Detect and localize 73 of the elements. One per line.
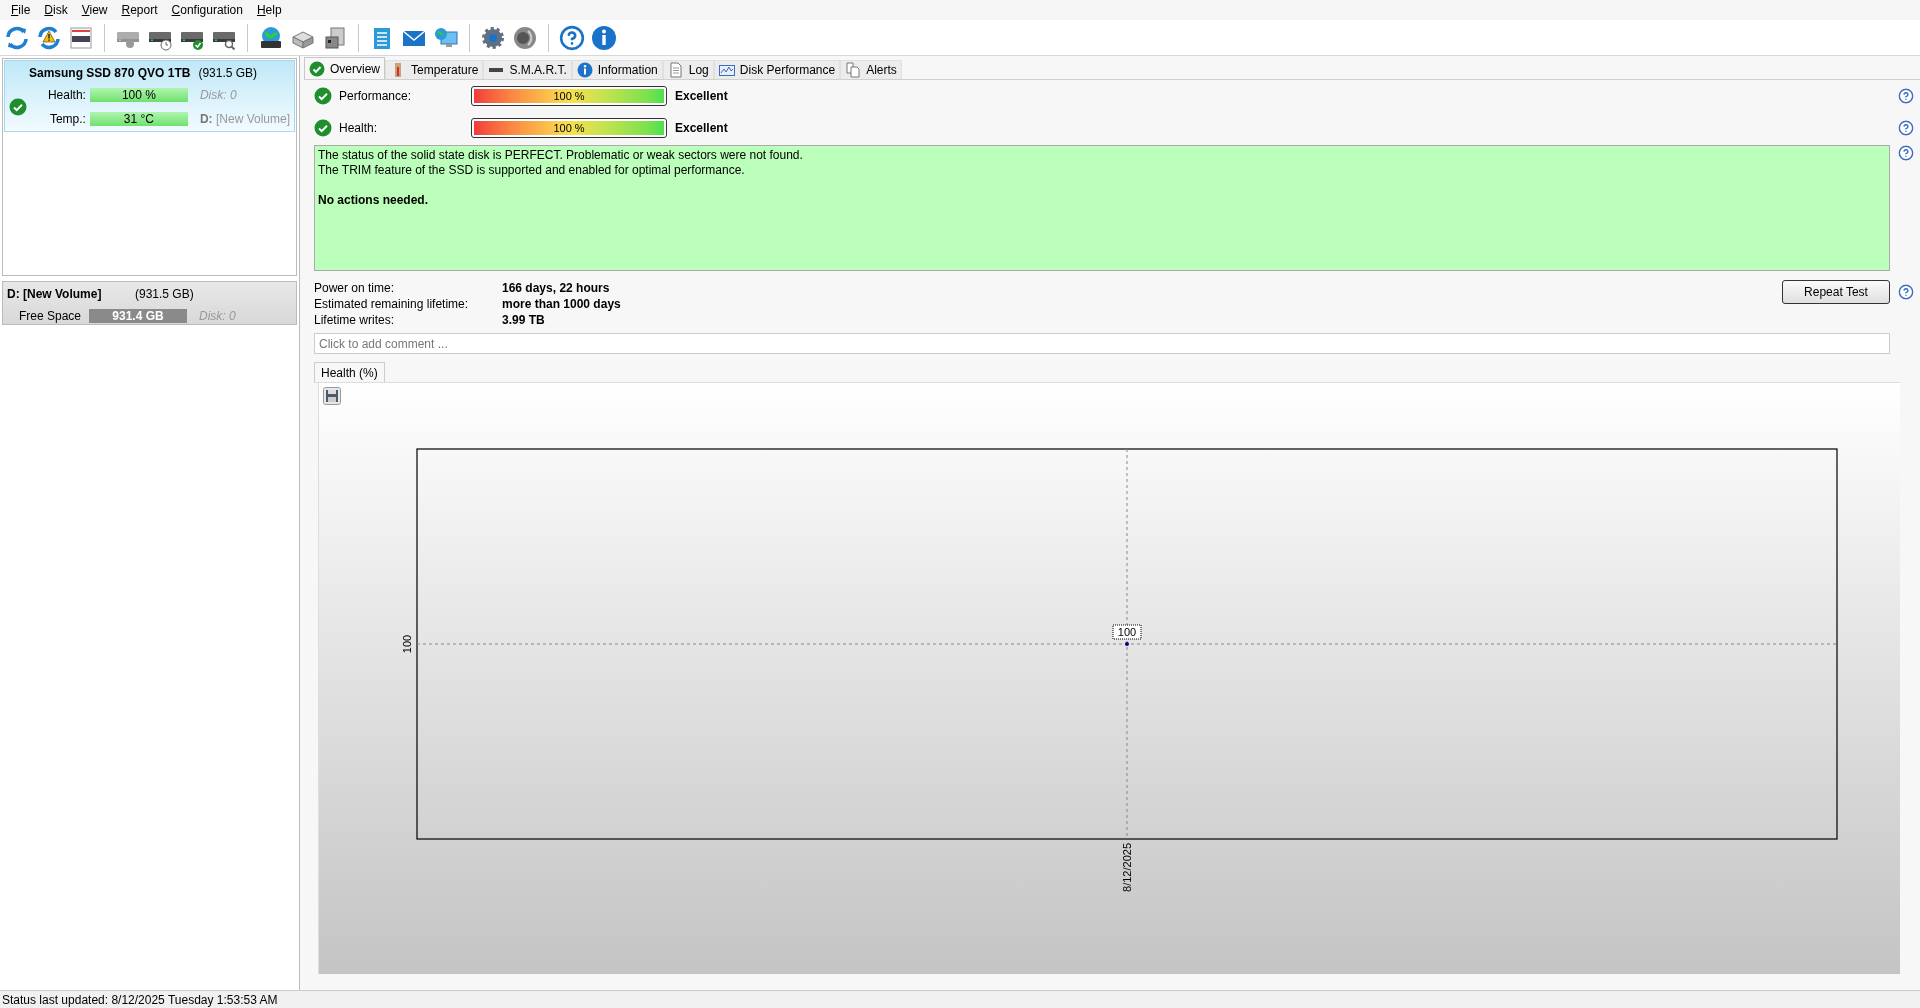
menu-item[interactable]: Help [249, 0, 289, 20]
disk-id: Disk: 0 [198, 308, 236, 325]
fact-label: Lifetime writes: [314, 312, 396, 328]
chart-icon [718, 62, 735, 78]
fact-value: 166 days, 22 hours [502, 280, 610, 296]
temperature-label: Temp.: [48, 111, 86, 128]
tab[interactable]: Log [662, 60, 714, 79]
message-conclusion: No actions needed. [318, 193, 430, 208]
tab[interactable]: Disk Performance [713, 60, 841, 79]
menu-item[interactable]: Disk [37, 0, 75, 20]
x-tick-label: 8/12/2025 [1121, 843, 1133, 892]
temperature-bar: 31 °C [89, 112, 188, 126]
fact-label: Estimated remaining lifetime: [314, 296, 470, 312]
message-line: The status of the solid state disk is PERFECT. Problematic or weak sectors were not found. [318, 148, 804, 163]
volume-name: D: [New Volume] [7, 286, 103, 303]
menu-item[interactable]: File [4, 0, 38, 20]
volume-size: (931.5 GB) [135, 286, 194, 303]
document-icon [667, 62, 684, 78]
tab[interactable]: Information [571, 60, 663, 79]
volume-label: D: [New Volume] [198, 111, 290, 128]
chart-tab[interactable]: Health (%) [314, 362, 385, 382]
globe-drive-icon[interactable] [258, 24, 284, 51]
help-icon[interactable] [1898, 88, 1914, 104]
y-tick-label: 100 [401, 634, 413, 654]
external-drive-icon[interactable] [322, 24, 348, 51]
comment-field[interactable]: Click to add comment ... [314, 333, 1890, 354]
info-icon [576, 62, 593, 78]
menu-item[interactable]: Configuration [164, 0, 250, 20]
status-bar-text: Status last updated: 8/12/2025 Tuesday 1:53:53 AM [2, 991, 278, 1008]
settings-icon[interactable] [480, 24, 506, 51]
rating-bar: 100 % [471, 118, 667, 138]
save-icon[interactable] [323, 387, 341, 405]
menu-item[interactable]: Report [114, 0, 165, 20]
help-icon[interactable] [559, 24, 585, 51]
data-label: 100 [1112, 624, 1142, 640]
disk-name: Samsung SSD 870 QVO 1TB [29, 65, 191, 82]
info-icon[interactable] [591, 24, 617, 51]
rating-label: Performance: [339, 88, 413, 105]
tab[interactable]: Overview [304, 57, 385, 79]
disk-id: Disk: 0 [198, 87, 237, 104]
help-icon[interactable] [1898, 120, 1914, 136]
bar-reading: 931.4 GB [111, 309, 165, 323]
speaker-icon[interactable] [512, 24, 538, 51]
rating-verdict: Excellent [675, 120, 728, 137]
free-space-label: Free Space [17, 308, 82, 325]
refresh-warning-icon[interactable] [36, 24, 62, 51]
refresh-icon[interactable] [4, 24, 30, 51]
repeat-test-button[interactable]: Repeat Test [1782, 280, 1890, 304]
check-icon [314, 119, 332, 137]
documents-icon [845, 62, 862, 78]
tab[interactable]: S.M.A.R.T. [483, 60, 572, 79]
menu-item[interactable]: View [74, 0, 115, 20]
bar-reading: 100 % [120, 88, 157, 102]
tab[interactable]: Temperature [385, 60, 484, 79]
rating-label: Health: [339, 120, 379, 137]
rating-bar: 100 % [471, 86, 667, 106]
fact-label: Power on time: [314, 280, 396, 296]
data-point [1125, 642, 1129, 646]
fact-value: 3.99 TB [502, 312, 545, 328]
help-icon[interactable] [1898, 145, 1914, 161]
tab[interactable]: Alerts [840, 60, 902, 79]
disk-size: (931.5 GB) [198, 65, 258, 82]
disk-card[interactable]: Samsung SSD 870 QVO 1TB (931.5 GB) Health: 100 % Disk: 0 Temp.: 31 °C D: [New Volume] [4, 60, 295, 132]
fact-value: more than 1000 days [502, 296, 621, 312]
check-icon [9, 98, 27, 116]
rating-verdict: Excellent [675, 88, 728, 105]
help-icon[interactable] [1898, 284, 1914, 300]
message-line: The TRIM feature of the SSD is supported and enabled for optimal performance. [318, 163, 746, 178]
check-icon [314, 87, 332, 105]
check-icon [309, 60, 325, 77]
drive-list-icon[interactable] [68, 24, 94, 51]
health-label: Health: [46, 87, 86, 104]
volume-card[interactable]: D: [New Volume] (931.5 GB) Free Space 931.4 GB Disk: 0 [2, 281, 297, 325]
